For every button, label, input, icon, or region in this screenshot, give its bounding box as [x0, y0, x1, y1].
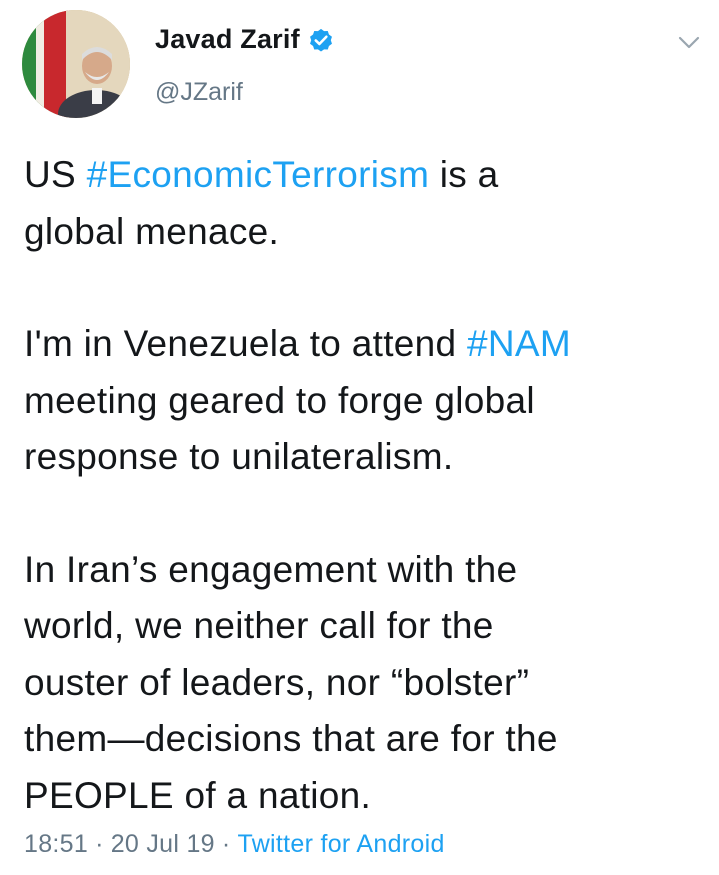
tweet-text-segment: meeting geared to forge global	[24, 379, 535, 421]
tweet-header: Javad Zarif @JZarif	[22, 10, 702, 120]
tweet-text-segment: PEOPLE of a nation.	[24, 774, 372, 816]
tweet-text-segment: response to unilateralism.	[24, 436, 454, 477]
meta-separator: ·	[95, 830, 104, 858]
tweet-meta: 18:51 · 20 Jul 19 · Twitter for Android	[24, 830, 445, 859]
tweet-card: Javad Zarif @JZarif US #EconomicTerroris…	[0, 0, 719, 875]
tweet-text-segment: I'm in Venezuela to attend	[24, 323, 468, 364]
meta-separator: ·	[221, 830, 231, 858]
tweet-text-segment: ouster of leaders, nor “bolster”	[24, 661, 530, 703]
tweet-text-segment: global menace.	[24, 210, 280, 252]
author-name-row[interactable]: Javad Zarif	[155, 24, 335, 55]
hashtag-link-economic-terrorism[interactable]: #EconomicTerrorism	[87, 154, 430, 195]
tweet-text-segment: US	[24, 154, 87, 195]
hashtag-link-nam[interactable]: #NAM	[467, 323, 571, 364]
tweet-text-segment: them—decisions that are for the	[24, 718, 558, 759]
tweet-paragraph-1: US #EconomicTerrorism is a global menace…	[24, 147, 704, 260]
author-display-name[interactable]: Javad Zarif	[155, 24, 300, 55]
tweet-text-segment: In Iran’s engagement with the	[24, 548, 518, 590]
tweet-text-segment: is a	[429, 154, 499, 195]
verified-badge-icon	[307, 26, 335, 54]
avatar[interactable]	[22, 10, 130, 118]
avatar-image	[22, 10, 130, 118]
tweet-paragraph-2: I'm in Venezuela to attend #NAM meeting …	[24, 316, 704, 486]
tweet-date[interactable]: 20 Jul 19	[111, 830, 215, 858]
tweet-source-link[interactable]: Twitter for Android	[238, 830, 445, 858]
tweet-time[interactable]: 18:51	[24, 830, 88, 858]
author-handle[interactable]: @JZarif	[155, 78, 243, 107]
tweet-paragraph-3: In Iran’s engagement with the world, we …	[24, 542, 704, 825]
tweet-text: US #EconomicTerrorism is a global menace…	[24, 147, 704, 824]
tweet-text-segment: world, we neither call for the	[24, 605, 494, 646]
chevron-down-icon[interactable]	[674, 28, 704, 58]
